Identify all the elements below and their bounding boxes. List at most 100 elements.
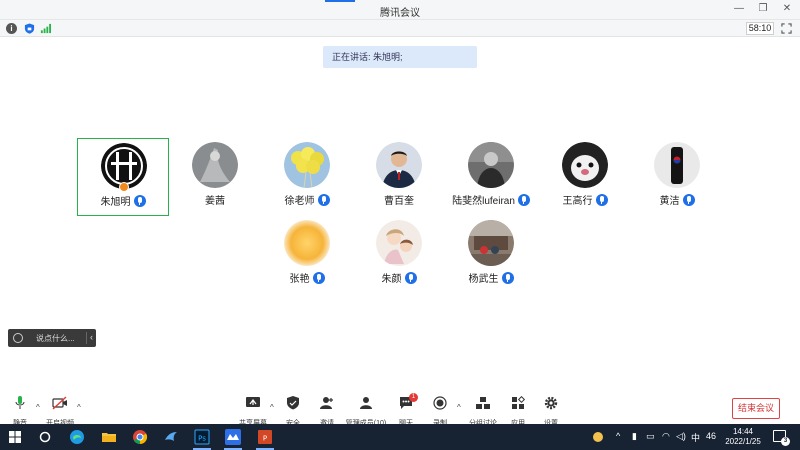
tencent-meeting-icon[interactable] [224,428,242,446]
apps-grid-icon [512,395,526,409]
clock-time: 14:44 [732,427,754,436]
participant-label: 陆斐然lufeiran [445,192,537,207]
search-circle-icon[interactable] [36,428,54,446]
restore-icon[interactable]: ❐ [758,3,768,15]
participant-label: 杨武生 [445,270,537,285]
record-icon [433,396,447,410]
chat-quick-input[interactable]: 说点什么... ‹ [8,329,96,347]
participant-tile-yang-wusheng[interactable]: 杨武生 [445,216,537,294]
file-explorer-icon[interactable] [100,428,118,446]
participant-name: 朱颜 [381,274,402,285]
participant-label: 姜茜 [169,192,261,207]
participant-name: 陆斐然lufeiran [452,196,515,207]
participant-tile-zhang-yan[interactable]: 张艳 [261,216,353,294]
avatar-wang-gaoxing [562,142,608,188]
windows-taskbar: Ps P ^ ▮ ▭ ◠ ◁) 中 46 14:44 2022/1/25 3 [0,424,800,450]
tray-wifi-icon[interactable]: ◠ [662,431,670,442]
network-signal-icon[interactable] [40,23,51,34]
avatar-huang-jie [654,142,700,188]
participant-label: 徐老师 [261,192,353,207]
chevron-left-icon[interactable]: ‹ [90,332,93,342]
title-accent [325,0,355,2]
participant-label: 王高行 [539,192,631,207]
svg-text:Ps: Ps [198,435,206,443]
participant-tile-cao-baikui[interactable]: 曹百奎 [353,138,445,216]
participant-label: 黄洁 [631,192,723,207]
svg-text:P: P [263,435,267,443]
tray-battery-icon[interactable]: ▭ [646,431,655,442]
mic-icon [133,194,146,207]
avatar-lu-feiran [468,142,514,188]
video-off-icon [52,396,67,410]
breakout-rooms-icon [476,397,490,409]
mic-icon [517,193,530,206]
chrome-browser-icon[interactable] [131,428,149,446]
end-meeting-button[interactable]: 结束会议 [732,398,780,419]
participant-name: 姜茜 [205,196,225,207]
avatar-zhang-yan [284,220,330,266]
participant-tile-wang-gaoxing[interactable]: 王高行 [539,138,631,216]
participant-tile-jiang-qian[interactable]: 姜茜 [169,138,261,216]
share-screen-icon [246,397,260,407]
participant-name: 杨武生 [468,274,499,285]
avatar-xu-laoshi [284,142,330,188]
tray-volume-icon[interactable]: ◁) [676,431,686,442]
participant-name: 徐老师 [284,196,315,207]
close-icon[interactable]: ✕ [782,3,792,15]
mic-icon [595,193,608,206]
security-shield-icon [287,396,299,410]
participant-tile-zhu-xuming[interactable]: 朱旭明 [77,138,169,216]
windows-start-icon[interactable] [6,428,24,446]
photoshop-icon[interactable]: Ps [193,428,211,446]
powerpoint-icon[interactable]: P [256,428,274,446]
edge-browser-icon[interactable] [68,428,86,446]
members-icon [360,397,372,409]
status-bar: i 58:10 [0,20,800,37]
participant-name: 黄洁 [659,196,680,207]
participant-tile-huang-jie[interactable]: 黄洁 [631,138,723,216]
taskbar-clock[interactable]: 14:44 2022/1/25 [721,427,765,447]
avatar-zhu-yan [376,220,422,266]
mic-icon [312,271,325,284]
tray-ime-indicator[interactable]: 中 [691,431,700,444]
avatar-jiang-qian [192,142,238,188]
participant-tile-xu-laoshi[interactable]: 徐老师 [261,138,353,216]
bird-app-icon[interactable] [162,428,180,446]
participant-name: 王高行 [562,196,593,207]
clock-date: 2022/1/25 [725,437,761,446]
window-title: 腾讯会议 [380,8,420,19]
participant-label: 曹百奎 [353,192,445,207]
video-options-chevron-icon[interactable]: ^ [77,403,81,412]
mic-icon [404,271,417,284]
emoji-icon[interactable] [13,333,23,343]
minimize-icon[interactable]: — [734,3,744,15]
chat-divider [86,332,87,344]
tray-chevron-up-icon[interactable]: ^ [616,431,620,441]
tray-mic-icon[interactable]: ▮ [632,431,637,442]
info-icon[interactable]: i [6,23,17,34]
participant-name: 曹百奎 [384,196,414,207]
tray-number-indicator[interactable]: 46 [706,431,716,441]
fullscreen-icon[interactable] [781,23,792,34]
avatar-yang-wusheng [468,220,514,266]
participant-name: 张艳 [289,274,310,285]
host-badge-icon [119,182,129,192]
mic-icon [317,193,330,206]
avatar-cao-baikui [376,142,422,188]
microphone-icon [15,396,25,409]
participant-tile-lu-feiran[interactable]: 陆斐然lufeiran [445,138,537,216]
speaking-indicator: 正在讲话: 朱旭明; [323,46,477,68]
notification-count-badge: 3 [781,437,790,446]
meeting-toolbar: 静音 ^ 开启视频 ^ 共享屏幕 ^ 安全 邀请 [0,392,800,427]
weather-icon[interactable] [589,428,607,446]
participant-tile-zhu-yan[interactable]: 朱颜 [353,216,445,294]
participant-label: 朱颜 [353,270,445,285]
shield-icon[interactable] [24,23,35,34]
invite-user-icon [320,397,333,409]
chat-placeholder: 说点什么... [36,334,75,343]
mic-icon [682,193,695,206]
window-controls: — ❐ ✕ [734,3,792,15]
meeting-timer: 58:10 [746,22,774,35]
mic-icon [501,271,514,284]
title-bar: 腾讯会议 — ❐ ✕ [0,0,800,20]
